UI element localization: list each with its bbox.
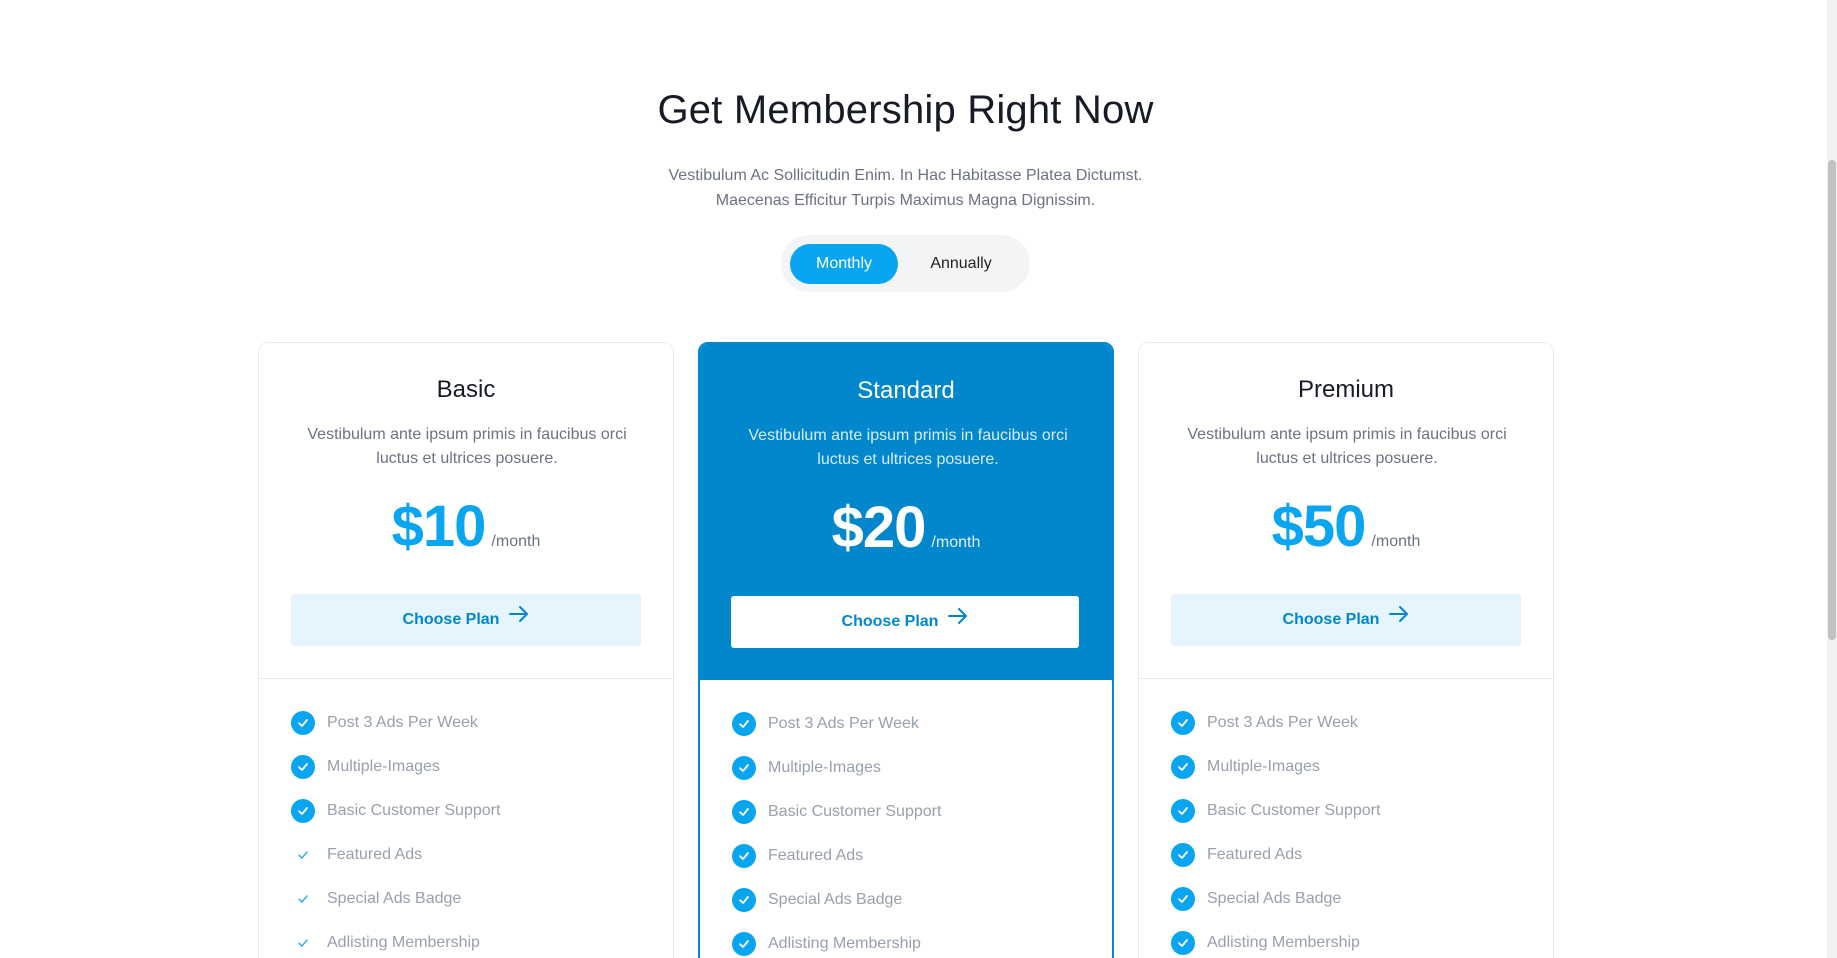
plan-description: Vestibulum ante ipsum primis in faucibus…: [748, 427, 1068, 468]
choose-plan-button[interactable]: Choose Plan: [1171, 594, 1521, 646]
check-circle-icon: [1171, 931, 1195, 955]
feature-label: Post 3 Ads Per Week: [1207, 714, 1358, 731]
plan-card-premium: Premium Vestibulum ante ipsum primis in f…: [1138, 342, 1554, 958]
subtitle-line-2: Maecenas Efficitur Turpis Maximus Magna …: [715, 192, 1096, 209]
feature-item: Adlisting Membership: [291, 921, 500, 958]
plan-price: $20: [831, 495, 927, 560]
feature-item: Featured Ads: [732, 834, 941, 878]
feature-label: Basic Customer Support: [327, 802, 501, 819]
billing-toggle: Monthly Annually: [781, 235, 1030, 292]
toggle-annually[interactable]: Annually: [901, 244, 1021, 284]
check-circle-icon: [291, 799, 315, 823]
plan-description: Vestibulum ante ipsum primis in faucibus…: [1187, 426, 1507, 467]
check-icon: [291, 931, 315, 955]
check-circle-icon: [1171, 755, 1195, 779]
feature-item: Featured Ads: [291, 833, 500, 877]
plan-period: /month: [1371, 533, 1421, 550]
toggle-monthly[interactable]: Monthly: [790, 244, 898, 284]
feature-label: Special Ads Badge: [1207, 890, 1342, 907]
plan-price: $10: [391, 494, 487, 559]
feature-item: Special Ads Badge: [732, 878, 941, 922]
feature-label: Post 3 Ads Per Week: [327, 714, 478, 731]
choose-plan-button[interactable]: Choose Plan: [731, 596, 1079, 648]
feature-item: Multiple-Images: [291, 745, 500, 789]
feature-item: Post 3 Ads Per Week: [291, 701, 500, 745]
plan-name: Basic: [436, 376, 496, 403]
check-circle-icon: [291, 711, 315, 735]
check-circle-icon: [1171, 843, 1195, 867]
feature-label: Special Ads Badge: [327, 890, 462, 907]
plan-card-header: Premium Vestibulum ante ipsum primis in f…: [1139, 343, 1553, 679]
choose-plan-label: Choose Plan: [841, 613, 939, 630]
feature-item: Post 3 Ads Per Week: [1171, 701, 1380, 745]
feature-item: Basic Customer Support: [291, 789, 500, 833]
feature-list: Post 3 Ads Per Week Multiple-Images Basic …: [732, 702, 941, 958]
check-circle-icon: [732, 712, 756, 736]
choose-plan-label: Choose Plan: [402, 611, 500, 628]
check-circle-icon: [732, 756, 756, 780]
plan-price: $50: [1271, 494, 1367, 559]
feature-item: Multiple-Images: [732, 746, 941, 790]
plan-card-standard: Standard Vestibulum ante ipsum primis in …: [698, 342, 1114, 958]
feature-label: Featured Ads: [327, 846, 423, 863]
feature-item: Featured Ads: [1171, 833, 1380, 877]
choose-plan-label: Choose Plan: [1282, 611, 1380, 628]
feature-label: Adlisting Membership: [327, 934, 480, 951]
arrow-right-icon: [509, 592, 529, 644]
page-title: Get Membership Right Now: [657, 88, 1154, 132]
feature-label: Basic Customer Support: [768, 803, 942, 820]
feature-item: Basic Customer Support: [732, 790, 941, 834]
feature-label: Adlisting Membership: [1207, 934, 1360, 951]
arrow-right-icon: [948, 594, 968, 646]
check-circle-icon: [291, 755, 315, 779]
price-row: $50/month: [1139, 493, 1553, 560]
plan-description: Vestibulum ante ipsum primis in faucibus…: [307, 426, 627, 467]
check-circle-icon: [732, 800, 756, 824]
plan-period: /month: [491, 533, 541, 550]
feature-item: Special Ads Badge: [1171, 877, 1380, 921]
feature-item: Post 3 Ads Per Week: [732, 702, 941, 746]
feature-item: Special Ads Badge: [291, 877, 500, 921]
plan-card-basic: Basic Vestibulum ante ipsum primis in fau…: [258, 342, 674, 958]
plan-card-header: Basic Vestibulum ante ipsum primis in fau…: [259, 343, 673, 679]
feature-label: Multiple-Images: [327, 758, 440, 775]
plan-name: Premium: [1297, 376, 1394, 403]
feature-label: Special Ads Badge: [768, 891, 903, 908]
feature-label: Multiple-Images: [768, 759, 881, 776]
check-circle-icon: [1171, 711, 1195, 735]
pricing-page: Get Membership Right Now Vestibulum Ac S…: [0, 0, 1827, 958]
check-circle-icon: [732, 932, 756, 956]
feature-item: Basic Customer Support: [1171, 789, 1380, 833]
check-circle-icon: [732, 888, 756, 912]
feature-list: Post 3 Ads Per Week Multiple-Images Basic …: [1171, 701, 1380, 958]
subtitle-line-1: Vestibulum Ac Sollicitudin Enim. In Hac …: [668, 167, 1143, 184]
feature-item: Multiple-Images: [1171, 745, 1380, 789]
plan-period: /month: [931, 534, 981, 551]
feature-label: Basic Customer Support: [1207, 802, 1381, 819]
check-icon: [291, 843, 315, 867]
check-circle-icon: [732, 844, 756, 868]
feature-label: Adlisting Membership: [768, 935, 921, 952]
scrollbar-thumb[interactable]: [1828, 160, 1836, 640]
feature-list: Post 3 Ads Per Week Multiple-Images Basic …: [291, 701, 500, 958]
price-row: $20/month: [700, 494, 1112, 561]
feature-item: Adlisting Membership: [1171, 921, 1380, 958]
plan-name: Standard: [857, 377, 955, 404]
feature-label: Featured Ads: [1207, 846, 1303, 863]
check-circle-icon: [1171, 887, 1195, 911]
price-row: $10/month: [259, 493, 673, 560]
feature-item: Adlisting Membership: [732, 922, 941, 958]
feature-label: Featured Ads: [768, 847, 864, 864]
plan-card-header: Standard Vestibulum ante ipsum primis in …: [700, 344, 1112, 680]
page-subtitle: Vestibulum Ac Sollicitudin Enim. In Hac …: [0, 163, 1811, 213]
vertical-scrollbar[interactable]: [1827, 0, 1837, 958]
arrow-right-icon: [1389, 592, 1409, 644]
check-icon: [291, 887, 315, 911]
feature-label: Multiple-Images: [1207, 758, 1320, 775]
feature-label: Post 3 Ads Per Week: [768, 715, 919, 732]
check-circle-icon: [1171, 799, 1195, 823]
choose-plan-button[interactable]: Choose Plan: [291, 594, 641, 646]
